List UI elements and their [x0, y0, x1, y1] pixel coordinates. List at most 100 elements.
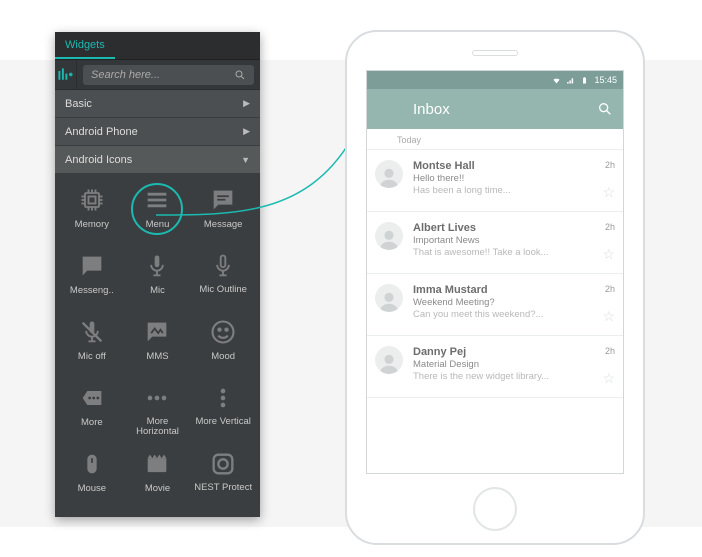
category-basic[interactable]: Basic ▶	[55, 90, 260, 118]
mms-icon	[141, 316, 173, 348]
email-from: Albert Lives	[413, 222, 602, 234]
widget-mood[interactable]: Mood	[190, 312, 256, 374]
email-from: Montse Hall	[413, 160, 602, 172]
mouse-icon	[76, 448, 108, 480]
chevron-down-icon: ▼	[241, 155, 250, 165]
avatar	[375, 160, 403, 188]
email-preview: Can you meet this weekend?...	[413, 309, 602, 320]
app-bar: Inbox	[367, 89, 623, 129]
email-time: 2h	[605, 160, 615, 170]
category-label: Android Phone	[65, 126, 138, 138]
movie-icon	[141, 448, 173, 480]
email-row[interactable]: Imma Mustard Weekend Meeting? Can you me…	[367, 274, 623, 336]
star-icon[interactable]: ☆	[602, 370, 615, 387]
status-bar: 15:45	[367, 71, 623, 89]
widget-movie[interactable]: Movie	[125, 444, 191, 506]
widget-label: More	[81, 417, 103, 428]
widget-more-vertical[interactable]: More Vertical	[190, 378, 256, 440]
icon-grid: Memory Menu Message Messeng..	[55, 174, 260, 517]
widget-mic[interactable]: Mic	[125, 246, 191, 308]
widget-label: Mic off	[78, 351, 106, 362]
widgets-sidebar: Widgets Basic ▶ Android Phone ▶ Android …	[55, 32, 260, 517]
email-time: 2h	[605, 222, 615, 232]
email-time: 2h	[605, 346, 615, 356]
email-preview: That is awesome!! Take a look...	[413, 247, 602, 258]
widget-label: Mouse	[78, 483, 107, 494]
memory-icon	[76, 184, 108, 216]
email-preview: There is the new widget library...	[413, 371, 602, 382]
category-android-phone[interactable]: Android Phone ▶	[55, 118, 260, 146]
widget-label: Mic	[150, 285, 165, 296]
email-from: Imma Mustard	[413, 284, 602, 296]
widget-mms[interactable]: MMS	[125, 312, 191, 374]
email-from: Danny Pej	[413, 346, 602, 358]
email-subject: Material Design	[413, 359, 602, 370]
mic-outline-icon	[207, 250, 239, 282]
email-subject: Weekend Meeting?	[413, 297, 602, 308]
sidebar-tabstrip: Widgets	[55, 32, 260, 60]
widget-menu[interactable]: Menu	[125, 180, 191, 242]
sidebar-toolbar	[55, 60, 260, 90]
widget-mic-off[interactable]: Mic off	[59, 312, 125, 374]
widget-label: Memory	[75, 219, 109, 230]
more-icon	[76, 382, 108, 414]
mic-icon	[141, 250, 173, 282]
mood-icon	[207, 316, 239, 348]
battery-icon	[580, 76, 589, 85]
message-icon	[207, 184, 239, 216]
widget-label: Mic Outline	[199, 285, 247, 295]
phone-speaker	[472, 50, 518, 56]
category-label: Basic	[65, 98, 92, 110]
widget-messenger[interactable]: Messeng..	[59, 246, 125, 308]
star-icon[interactable]: ☆	[602, 246, 615, 263]
tab-widgets[interactable]: Widgets	[55, 32, 115, 59]
phone-screen: 15:45 Inbox Today Montse Hall Hello ther…	[366, 70, 624, 474]
widget-mouse[interactable]: Mouse	[59, 444, 125, 506]
chevron-right-icon: ▶	[243, 98, 250, 109]
search-icon[interactable]	[597, 101, 613, 117]
library-icon[interactable]	[55, 60, 77, 89]
star-icon[interactable]: ☆	[602, 308, 615, 325]
nest-protect-icon	[207, 448, 239, 480]
wifi-icon	[552, 76, 561, 85]
widget-label: MMS	[146, 351, 168, 362]
messenger-icon	[76, 250, 108, 282]
avatar	[375, 346, 403, 374]
app-bar-title: Inbox	[413, 101, 597, 118]
widget-label: Messeng..	[70, 285, 114, 296]
phone-mockup: 15:45 Inbox Today Montse Hall Hello ther…	[345, 30, 645, 545]
widget-more-horizontal[interactable]: More Horizontal	[125, 378, 191, 440]
widget-label: More Vertical	[195, 417, 250, 427]
email-row[interactable]: Albert Lives Important News That is awes…	[367, 212, 623, 274]
status-time: 15:45	[594, 75, 617, 85]
category-label: Android Icons	[65, 154, 132, 166]
widget-mic-outline[interactable]: Mic Outline	[190, 246, 256, 308]
email-subject: Hello there!!	[413, 173, 602, 184]
email-preview: Has been a long time...	[413, 185, 602, 196]
search-input[interactable]	[91, 69, 234, 81]
day-label: Today	[367, 129, 623, 150]
widget-memory[interactable]: Memory	[59, 180, 125, 242]
email-row[interactable]: Danny Pej Material Design There is the n…	[367, 336, 623, 398]
more-vertical-icon	[207, 382, 239, 414]
avatar	[375, 222, 403, 250]
mic-off-icon	[76, 316, 108, 348]
category-android-icons[interactable]: Android Icons ▼	[55, 146, 260, 174]
search-icon	[234, 69, 246, 81]
email-row[interactable]: Montse Hall Hello there!! Has been a lon…	[367, 150, 623, 212]
menu-icon	[141, 184, 173, 216]
search-box[interactable]	[83, 65, 254, 85]
widget-label: Message	[204, 219, 243, 230]
star-icon[interactable]: ☆	[602, 184, 615, 201]
more-horizontal-icon	[141, 382, 173, 414]
avatar	[375, 284, 403, 312]
widget-label: NEST Protect	[194, 483, 252, 493]
widget-message[interactable]: Message	[190, 180, 256, 242]
widget-label: Mood	[211, 351, 235, 362]
widget-label: Menu	[146, 219, 170, 230]
widget-nest-protect[interactable]: NEST Protect	[190, 444, 256, 506]
phone-home-button[interactable]	[473, 487, 517, 531]
signal-icon	[566, 76, 575, 85]
widget-more[interactable]: More	[59, 378, 125, 440]
email-subject: Important News	[413, 235, 602, 246]
